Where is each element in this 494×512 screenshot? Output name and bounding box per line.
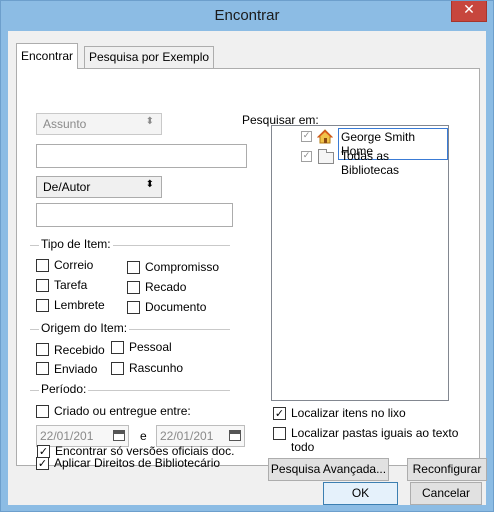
- date-and-label: e: [140, 429, 147, 443]
- label-tarefa: Tarefa: [54, 278, 88, 292]
- check-icon: ✓: [274, 407, 285, 420]
- checkbox-localizar-pastas[interactable]: [273, 427, 286, 440]
- label-documento: Documento: [145, 300, 207, 314]
- title-bar[interactable]: Encontrar ✕: [1, 1, 493, 31]
- subject-combo[interactable]: Assunto ⬍: [36, 113, 162, 135]
- calendar-icon[interactable]: [113, 430, 125, 441]
- label-criado-entregue: Criado ou entregue entre:: [54, 404, 191, 418]
- folder-icon: [318, 149, 334, 164]
- updown-icon: ⬍: [145, 116, 154, 127]
- checkbox-compromisso[interactable]: [127, 261, 140, 274]
- close-button[interactable]: ✕: [451, 1, 487, 22]
- author-combo[interactable]: De/Autor ⬍: [36, 176, 162, 198]
- checkbox-versoes-oficiais[interactable]: ✓: [37, 445, 50, 458]
- label-recebido: Recebido: [54, 343, 105, 357]
- dialog-body: Encontrar Pesquisa por Exemplo Assunto ⬍…: [8, 31, 487, 505]
- checkbox-localizar-lixo[interactable]: ✓: [273, 407, 286, 420]
- advanced-search-button[interactable]: Pesquisa Avançada...: [268, 458, 389, 481]
- cancel-button[interactable]: Cancelar: [410, 482, 482, 505]
- label-rascunho: Rascunho: [129, 361, 184, 375]
- label-recado: Recado: [145, 280, 187, 294]
- check-icon: ✓: [38, 445, 49, 458]
- checkbox-rascunho[interactable]: [111, 362, 124, 375]
- label-enviado: Enviado: [54, 362, 98, 376]
- search-in-tree[interactable]: ✓ George Smith Home ✓ Todas as Bibliotec…: [271, 125, 449, 401]
- tree-item-todas-bibliotecas[interactable]: Todas as Bibliotecas: [341, 149, 448, 177]
- label-lembrete: Lembrete: [54, 298, 105, 312]
- checkbox-tarefa[interactable]: [36, 279, 49, 292]
- ok-button[interactable]: OK: [323, 482, 398, 505]
- label-pessoal: Pessoal: [129, 340, 172, 354]
- tree-checkbox-bibliotecas[interactable]: ✓: [301, 151, 312, 162]
- label-compromisso: Compromisso: [145, 260, 220, 274]
- author-input[interactable]: [36, 203, 233, 227]
- checkbox-lembrete[interactable]: [36, 299, 49, 312]
- tab-pesquisa-por-exemplo[interactable]: Pesquisa por Exemplo: [84, 46, 215, 68]
- label-correio: Correio: [54, 258, 94, 272]
- date-to-value: 22/01/201: [160, 429, 214, 443]
- check-icon: ✓: [37, 457, 48, 470]
- tree-label-bibliotecas: Todas as Bibliotecas: [341, 149, 400, 177]
- subject-input[interactable]: [36, 144, 247, 168]
- calendar-icon[interactable]: [229, 430, 241, 441]
- checkbox-documento[interactable]: [127, 301, 140, 314]
- tab-panel: Assunto ⬍ De/Autor ⬍ Tipo de Item: Corre…: [16, 68, 487, 481]
- checkbox-enviado[interactable]: [36, 362, 49, 375]
- checkbox-recado[interactable]: [127, 281, 140, 294]
- home-icon: [317, 129, 333, 144]
- period-title: Período:: [39, 382, 89, 396]
- updown-icon: ⬍: [145, 179, 154, 190]
- author-combo-value: De/Autor: [43, 180, 91, 194]
- checkbox-correio[interactable]: [36, 259, 49, 272]
- find-dialog: Encontrar ✕ Encontrar Pesquisa por Exemp…: [0, 0, 494, 512]
- item-origin-title: Origem do Item:: [39, 321, 130, 335]
- checkbox-aplicar-direitos[interactable]: ✓: [36, 457, 49, 470]
- tab-encontrar-label: Encontrar: [21, 49, 74, 63]
- tab-encontrar[interactable]: Encontrar: [16, 43, 79, 69]
- label-aplicar-direitos: Aplicar Direitos de Bibliotecário: [54, 456, 221, 470]
- date-from-value: 22/01/201: [40, 429, 94, 443]
- subject-combo-value: Assunto: [43, 117, 87, 131]
- tab-pesquisa-label: Pesquisa por Exemplo: [89, 50, 210, 64]
- item-type-title: Tipo de Item:: [39, 237, 113, 251]
- window-title: Encontrar: [214, 7, 280, 24]
- label-versoes-oficiais: Encontrar só versões oficiais doc.: [55, 444, 235, 458]
- checkbox-recebido[interactable]: [36, 343, 49, 356]
- checkbox-pessoal[interactable]: [111, 341, 124, 354]
- tree-checkbox-home[interactable]: ✓: [301, 131, 312, 142]
- checkbox-criado-entregue[interactable]: [36, 405, 49, 418]
- label-localizar-pastas: Localizar pastas iguais ao texto todo: [291, 426, 459, 454]
- label-localizar-lixo: Localizar itens no lixo: [291, 406, 406, 420]
- reset-button[interactable]: Reconfigurar: [407, 458, 487, 481]
